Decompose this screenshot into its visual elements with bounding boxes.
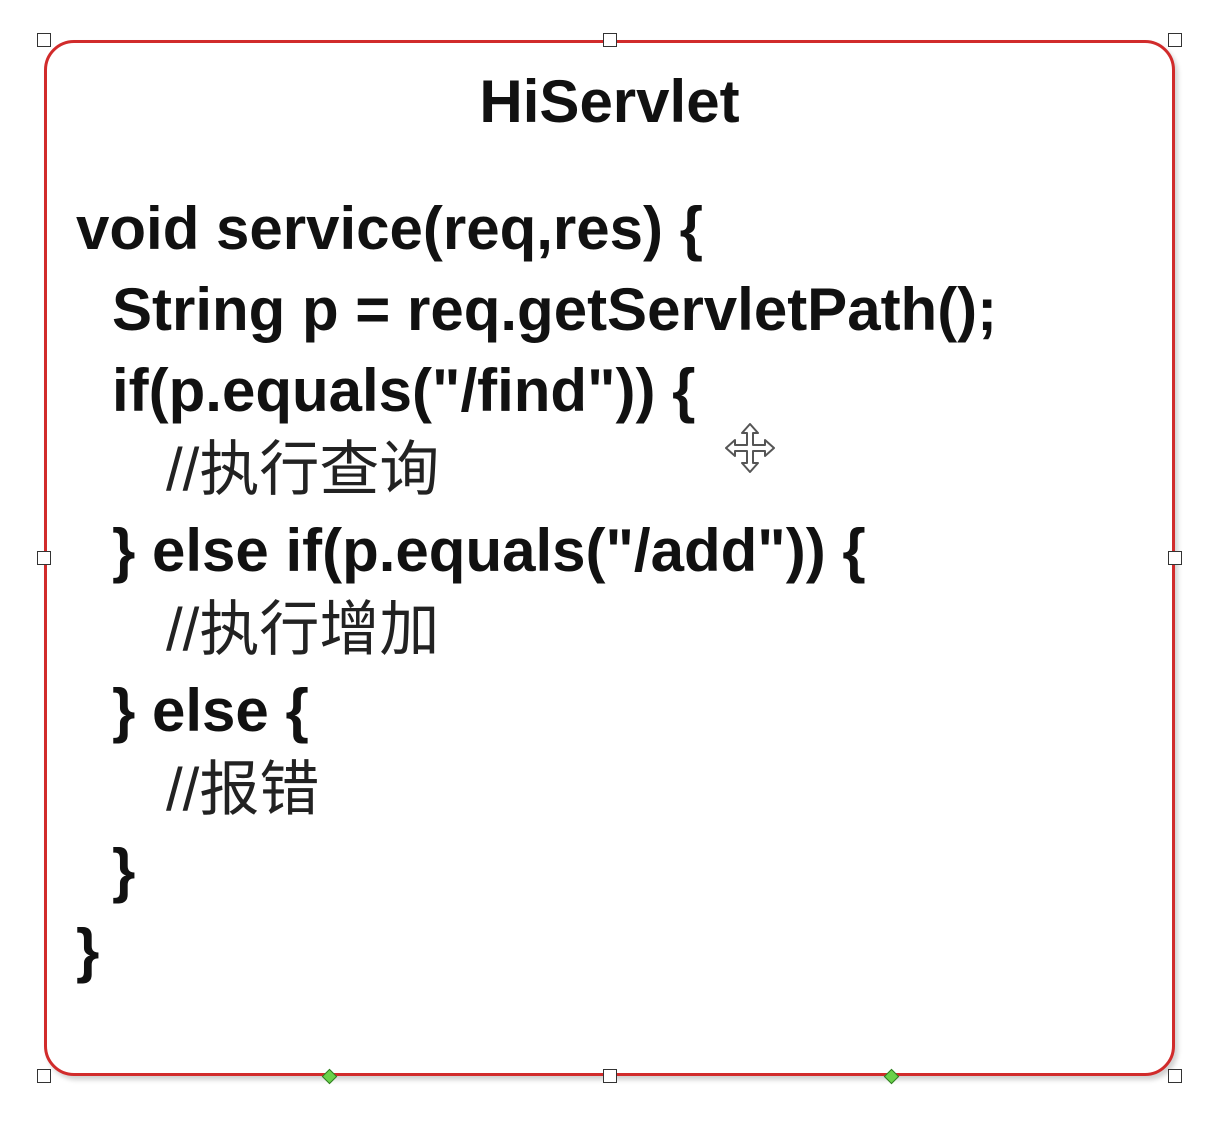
code-line: } else if(p.equals("/add")) {	[112, 517, 866, 584]
code-line: }	[112, 837, 136, 904]
resize-handle-top-icon[interactable]	[603, 33, 617, 47]
code-line: if(p.equals("/find")) {	[112, 357, 696, 424]
resize-handle-bottom-icon[interactable]	[603, 1069, 617, 1083]
resize-handle-right-icon[interactable]	[1168, 551, 1182, 565]
resize-handle-top-right-icon[interactable]	[1168, 33, 1182, 47]
code-comment: //执行增加	[166, 596, 440, 663]
shape-title: HiServlet	[479, 68, 740, 135]
code-line: String p = req.getServletPath();	[112, 276, 998, 343]
code-line: void service(req,res) {	[76, 195, 703, 262]
code-comment: //报错	[166, 756, 320, 823]
resize-handle-bottom-right-icon[interactable]	[1168, 1069, 1182, 1083]
resize-handle-bottom-left-icon[interactable]	[37, 1069, 51, 1083]
code-line: }	[76, 917, 100, 984]
resize-handle-top-left-icon[interactable]	[37, 33, 51, 47]
move-cursor-icon	[725, 423, 775, 473]
code-line: } else {	[112, 677, 309, 744]
code-comment: //执行查询	[166, 436, 440, 503]
resize-handle-left-icon[interactable]	[37, 551, 51, 565]
